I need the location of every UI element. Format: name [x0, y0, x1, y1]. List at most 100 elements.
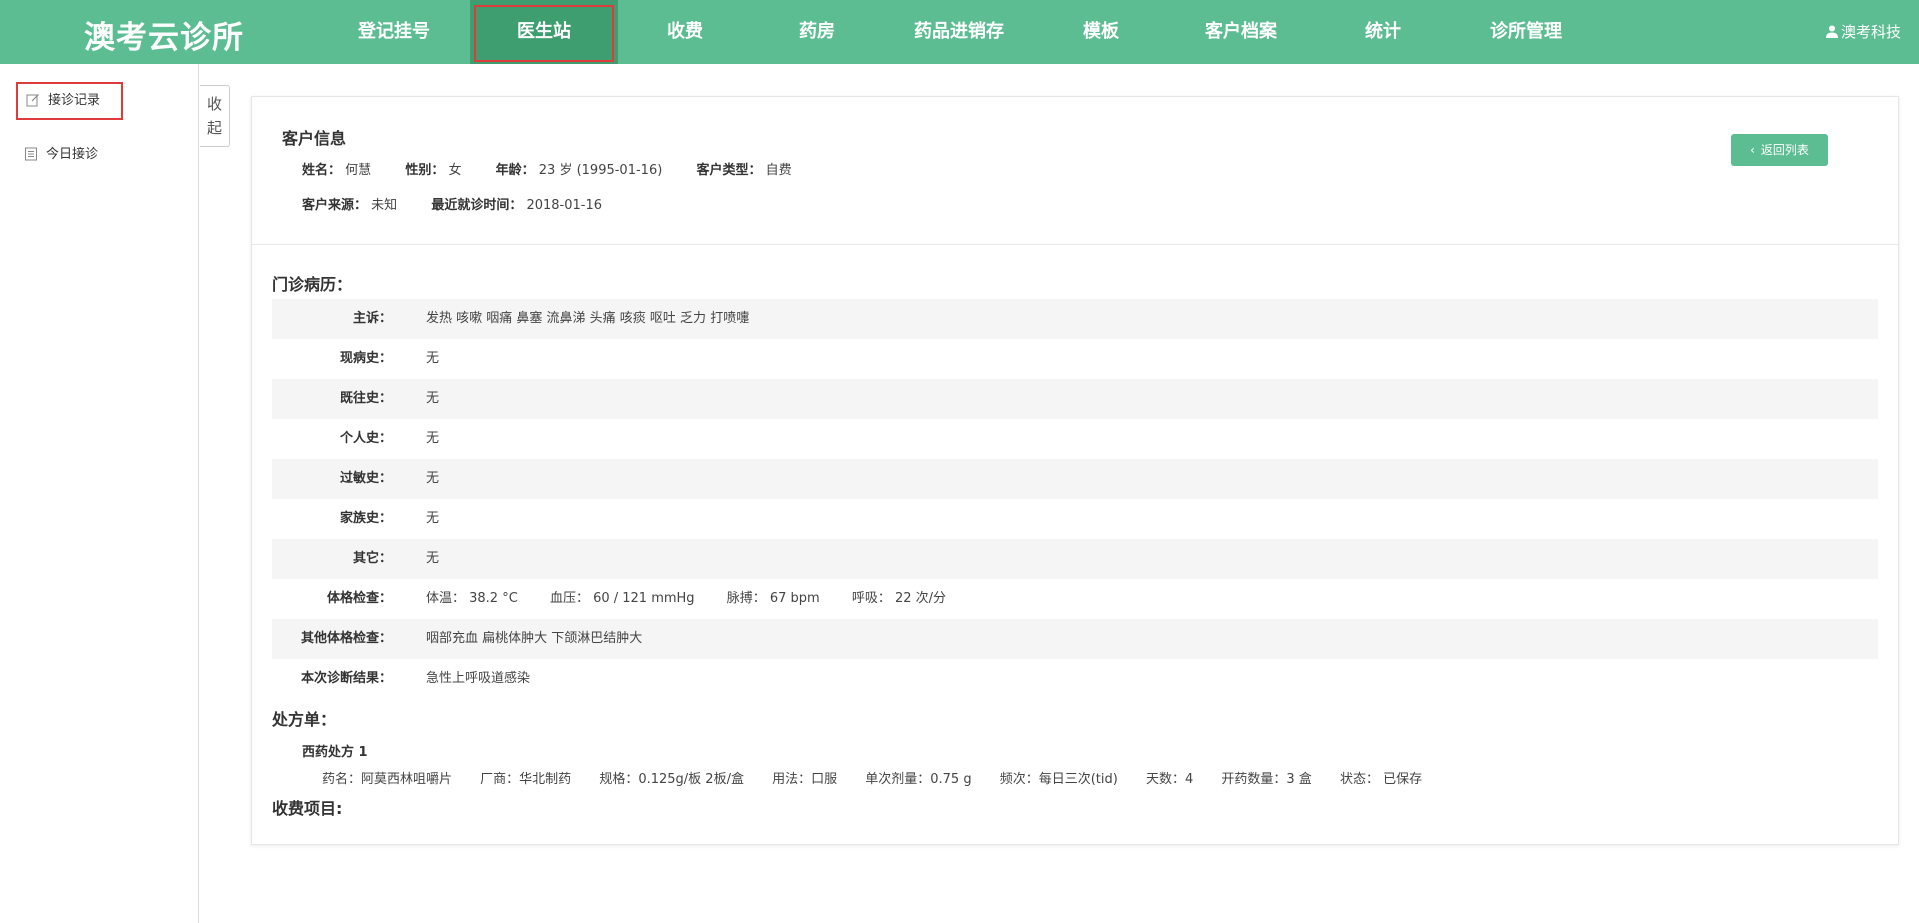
record-value: 咽部充血 扁桃体肿大 下颌淋巴结肿大 — [426, 631, 643, 646]
nav-item-registration[interactable]: 登记挂号 — [344, 0, 444, 64]
pulse: 脉搏： 67 bpm — [726, 591, 820, 606]
record-row-allergy-history: 过敏史： 无 — [272, 459, 1878, 499]
visit-detail-card: 客户信息 姓名： 何慧 性别： 女 年龄： 23 岁 (1995-01-16) … — [251, 96, 1899, 845]
record-label: 既往史： — [339, 391, 392, 406]
prescription-status: 状态： 已保存 — [1339, 772, 1423, 787]
nav-label: 收费 — [667, 21, 703, 42]
type-label: 客户类型： — [696, 163, 762, 178]
age-label: 年龄： — [495, 163, 535, 178]
customer-source: 未知 — [371, 198, 398, 213]
record-value: 急性上呼吸道感染 — [426, 671, 531, 686]
drug-spec: 规格：0.125g/板 2板/盒 — [599, 772, 744, 787]
drug-usage: 用法：口服 — [772, 772, 838, 787]
customer-gender: 女 — [448, 163, 462, 178]
nav-label: 药房 — [799, 21, 835, 42]
record-row-past-history: 既往史： 无 — [272, 379, 1878, 419]
gender-label: 性别： — [405, 163, 445, 178]
vitals: 体温： 38.2 °C 血压： 60 / 121 mmHg 脉搏： 67 bpm… — [426, 579, 974, 619]
sidebar-item-label: 今日接诊 — [46, 147, 99, 162]
nav-item-clinic-management[interactable]: 诊所管理 — [1478, 0, 1574, 64]
record-value: 无 — [426, 431, 440, 446]
record-row-other-exam: 其他体格检查： 咽部充血 扁桃体肿大 下颌淋巴结肿大 — [272, 619, 1878, 659]
app-logo[interactable]: 澳考云诊所 — [84, 12, 244, 57]
record-row-chief-complaint: 主诉： 发热 咳嗽 咽痛 鼻塞 流鼻涕 头痛 咳痰 呕吐 乏力 打喷嚏 — [272, 299, 1878, 339]
customer-age: 23 岁 (1995-01-16) — [538, 163, 663, 178]
drug-name: 药名：阿莫西林咀嚼片 — [322, 772, 453, 787]
list-icon — [25, 147, 37, 160]
nav-item-billing[interactable]: 收费 — [650, 0, 720, 64]
prescription-subtitle: 西药处方 1 — [302, 745, 368, 760]
record-value: 无 — [426, 471, 440, 486]
record-label: 本次诊断结果： — [300, 671, 392, 686]
record-label: 过敏史： — [339, 471, 392, 486]
nav-label: 诊所管理 — [1490, 21, 1562, 42]
customer-name: 何慧 — [345, 163, 372, 178]
drug-frequency: 频次：每日三次(tid) — [999, 772, 1118, 787]
sidebar-item-today-visits[interactable]: 今日接诊 — [16, 138, 98, 176]
record-value: 发热 咳嗽 咽痛 鼻塞 流鼻涕 头痛 咳痰 呕吐 乏力 打喷嚏 — [426, 311, 750, 326]
fee-items-title: 收费项目: — [272, 799, 343, 818]
nav-item-customer-records[interactable]: 客户档案 — [1196, 0, 1286, 64]
customer-type: 自费 — [765, 163, 792, 178]
edit-icon — [26, 93, 39, 106]
record-row-other: 其它： 无 — [272, 539, 1878, 579]
sidebar-item-label: 接诊记录 — [48, 93, 101, 108]
record-value: 无 — [426, 511, 440, 526]
record-label: 其他体格检查： — [300, 631, 392, 646]
customer-info-section: 客户信息 姓名： 何慧 性别： 女 年龄： 23 岁 (1995-01-16) … — [252, 97, 1898, 245]
record-value: 无 — [426, 551, 440, 566]
customer-info-title: 客户信息 — [282, 129, 347, 148]
user-menu[interactable]: 澳考科技 — [1825, 0, 1901, 64]
nav-label: 统计 — [1365, 21, 1401, 42]
record-value: 无 — [426, 391, 440, 406]
prescription-line: 药名：阿莫西林咀嚼片 厂商：华北制药 规格：0.125g/板 2板/盒 用法：口… — [322, 768, 1446, 787]
record-label: 现病史： — [339, 351, 392, 366]
record-row-diagnosis: 本次诊断结果： 急性上呼吸道感染 — [272, 659, 1878, 699]
back-button-label: 返回列表 — [1760, 143, 1809, 157]
top-navbar: 澳考云诊所 登记挂号 医生站 收费 药房 药品进销存 模板 客户档案 统计 诊所… — [0, 0, 1919, 64]
record-label: 其它： — [352, 551, 392, 566]
customer-info-row-2: 客户来源： 未知 最近就诊时间： 2018-01-16 — [302, 194, 632, 213]
drug-dose: 单次剂量：0.75 g — [865, 772, 972, 787]
last-visit-label: 最近就诊时间： — [431, 198, 523, 213]
nav-label: 客户档案 — [1205, 21, 1277, 42]
drug-quantity: 开药数量：3 盒 — [1221, 772, 1312, 787]
last-visit-date: 2018-01-16 — [526, 198, 603, 213]
name-label: 姓名： — [302, 163, 342, 178]
collapse-sidebar-button[interactable]: 收起 — [200, 85, 230, 147]
record-label: 主诉： — [352, 311, 392, 326]
temperature: 体温： 38.2 °C — [426, 591, 518, 606]
source-label: 客户来源： — [302, 198, 368, 213]
nav-label: 模板 — [1083, 21, 1119, 42]
sidebar: 接诊记录 今日接诊 — [0, 64, 199, 923]
nav-label: 登记挂号 — [358, 21, 430, 42]
nav-item-doctor-station[interactable]: 医生站 — [470, 0, 618, 64]
record-label: 家族史： — [339, 511, 392, 526]
drug-maker: 厂商：华北制药 — [480, 772, 572, 787]
user-name: 澳考科技 — [1840, 23, 1901, 41]
nav-item-templates[interactable]: 模板 — [1066, 0, 1136, 64]
nav-item-pharmacy[interactable]: 药房 — [782, 0, 852, 64]
highlight-box — [474, 5, 614, 62]
sidebar-item-visit-records[interactable]: 接诊记录 — [16, 82, 123, 120]
record-value: 无 — [426, 351, 440, 366]
user-icon — [1825, 25, 1838, 38]
chevron-left-icon: ‹ — [1750, 143, 1755, 157]
record-row-physical-exam: 体格检查： 体温： 38.2 °C 血压： 60 / 121 mmHg 脉搏： … — [272, 579, 1878, 619]
collapse-label: 收起 — [206, 95, 222, 137]
respiration: 呼吸： 22 次/分 — [851, 591, 947, 606]
drug-days: 天数：4 — [1145, 772, 1194, 787]
nav-label: 药品进销存 — [914, 21, 1004, 42]
customer-info-row-1: 姓名： 何慧 性别： 女 年龄： 23 岁 (1995-01-16) 客户类型：… — [302, 159, 822, 178]
record-row-family-history: 家族史： 无 — [272, 499, 1878, 539]
record-row-personal-history: 个人史： 无 — [272, 419, 1878, 459]
nav-item-statistics[interactable]: 统计 — [1348, 0, 1418, 64]
record-row-present-illness: 现病史： 无 — [272, 339, 1878, 379]
back-to-list-button[interactable]: ‹ 返回列表 — [1731, 134, 1828, 166]
nav-item-inventory[interactable]: 药品进销存 — [902, 0, 1016, 64]
blood-pressure: 血压： 60 / 121 mmHg — [549, 591, 695, 606]
record-label: 体格检查： — [326, 591, 392, 606]
medical-record-title: 门诊病历： — [272, 275, 353, 294]
record-label: 个人史： — [339, 431, 392, 446]
prescription-title: 处方单： — [272, 710, 337, 729]
